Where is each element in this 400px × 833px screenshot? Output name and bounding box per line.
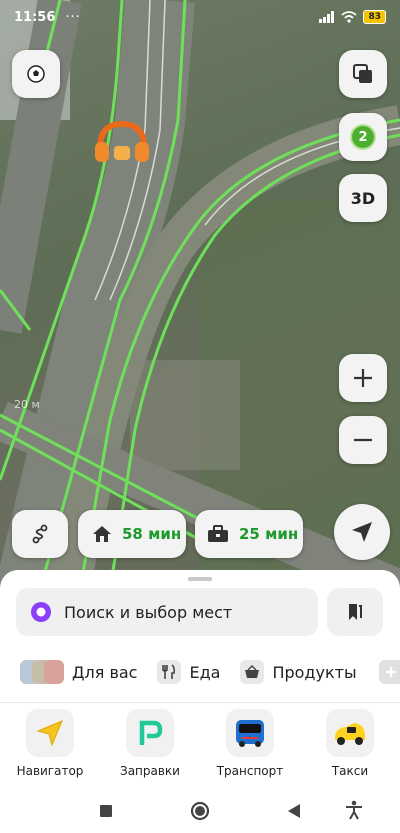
system-nav-bar: [0, 789, 400, 833]
soccer-ball-icon: [27, 65, 45, 83]
minus-icon: [354, 438, 372, 442]
for-you-icon: [20, 660, 64, 684]
category-label: Продукты: [272, 662, 357, 682]
navigator-icon: [26, 709, 74, 757]
category-groceries[interactable]: Продукты: [240, 660, 357, 684]
search-input[interactable]: Поиск и выбор мест: [16, 588, 318, 636]
clock: 11:56: [14, 9, 56, 25]
fork-knife-icon: [157, 660, 182, 684]
app-label: Транспорт: [216, 764, 284, 778]
app-transport[interactable]: Транспорт: [200, 708, 300, 786]
services-row: Навигатор Заправки Транспорт Такси: [0, 708, 400, 786]
plus-icon: [378, 660, 400, 684]
home-route-button[interactable]: 58 мин: [78, 510, 186, 558]
events-badge: 2: [352, 126, 374, 148]
zoom-out-button[interactable]: [339, 416, 387, 464]
home-nav-icon[interactable]: [190, 801, 210, 821]
basket-icon: [240, 660, 265, 684]
soccer-ball-button[interactable]: [12, 50, 60, 98]
work-eta: 25 мин: [239, 525, 299, 543]
divider: [0, 702, 400, 703]
category-row: Для вас Еда Продукты: [0, 654, 400, 690]
bookmarks-button[interactable]: [327, 588, 383, 636]
gas-station-icon: [126, 709, 174, 757]
my-location-button[interactable]: [334, 504, 390, 560]
home-icon: [93, 526, 111, 542]
location-arrow-icon: [352, 522, 372, 542]
bookmark-icon: [349, 604, 362, 620]
status-bar: 11:56 ··· 83: [0, 0, 400, 34]
plus-icon: [354, 369, 372, 387]
bus-icon: [226, 709, 274, 757]
work-route-button[interactable]: 25 мин: [195, 510, 303, 558]
layers-icon: [353, 64, 372, 83]
category-label: Для вас: [72, 662, 138, 682]
accessibility-icon[interactable]: [345, 800, 363, 820]
sheet-handle[interactable]: [188, 577, 212, 581]
3d-button[interactable]: 3D: [339, 174, 387, 222]
app-taxi[interactable]: Такси: [300, 708, 400, 786]
briefcase-icon: [208, 525, 228, 542]
category-food[interactable]: Еда: [157, 660, 220, 684]
back-icon[interactable]: [287, 803, 301, 819]
taxi-icon: [326, 709, 374, 757]
signal-icon: [319, 11, 335, 23]
app-label: Навигатор: [16, 764, 84, 778]
alice-icon: [31, 602, 51, 622]
search-placeholder: Поиск и выбор мест: [64, 602, 233, 622]
app-navigator[interactable]: Навигатор: [0, 708, 100, 786]
notification-dots: ···: [65, 9, 81, 25]
status-icons: 83: [319, 10, 386, 24]
headphones-icon: [95, 120, 149, 162]
route-icon: [32, 524, 48, 544]
home-eta: 58 мин: [122, 525, 182, 543]
scale-label: 20 м: [14, 398, 40, 411]
category-label: Еда: [189, 662, 221, 682]
category-for-you[interactable]: Для вас: [20, 660, 137, 684]
zoom-in-button[interactable]: [339, 354, 387, 402]
app-label: Такси: [331, 764, 369, 778]
recents-icon[interactable]: [99, 804, 113, 818]
wifi-icon: [341, 11, 358, 23]
app-label: Заправки: [120, 764, 180, 778]
layers-button[interactable]: [339, 50, 387, 98]
category-more[interactable]: [378, 660, 400, 684]
route-button[interactable]: [12, 510, 68, 558]
app-gas-stations[interactable]: Заправки: [100, 708, 200, 786]
bottom-sheet[interactable]: Поиск и выбор мест Для вас Еда Продукты …: [0, 570, 400, 789]
battery-level: 83: [363, 10, 386, 24]
events-button[interactable]: 2: [339, 113, 387, 161]
